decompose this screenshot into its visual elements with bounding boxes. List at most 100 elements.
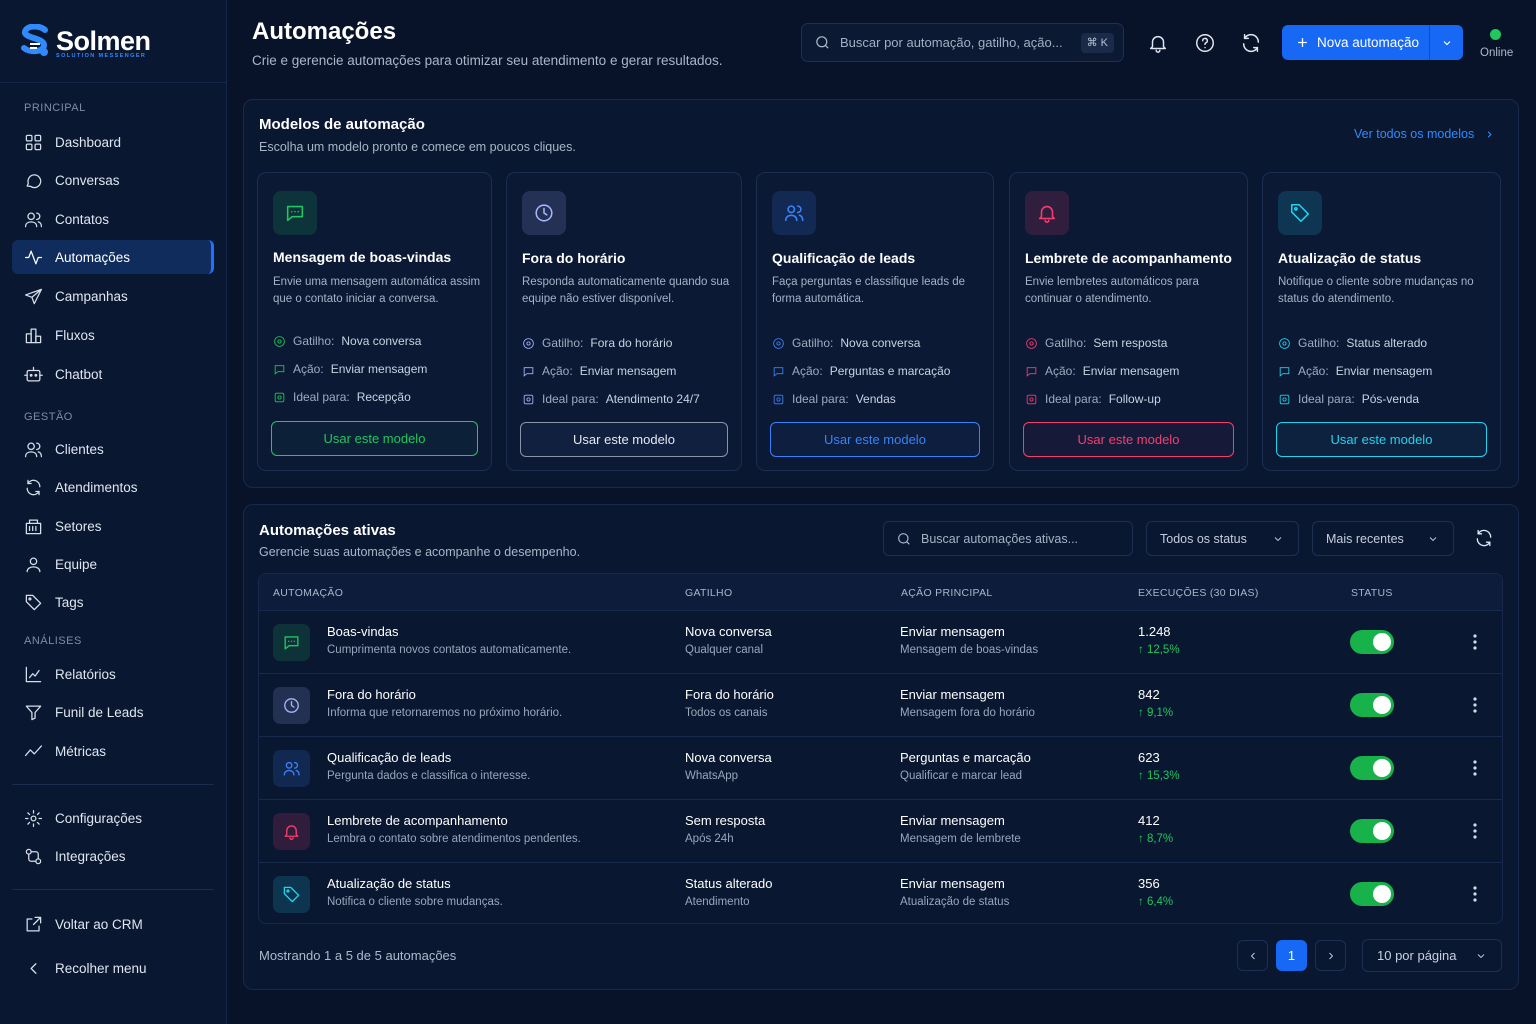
template-card[interactable]: Fora do horário Responda automaticamente… [506, 172, 742, 471]
template-title: Atualização de status [1278, 250, 1422, 266]
external-link-icon [26, 916, 42, 931]
status-toggle[interactable] [1350, 693, 1394, 717]
automation-name[interactable]: Lembrete de acompanhamento [327, 813, 508, 828]
prev-page-button[interactable] [1237, 940, 1268, 971]
sidebar-item-label: Relatórios [55, 666, 116, 682]
sidebar-item-label: Recolher menu [55, 960, 147, 976]
row-menu-button[interactable] [1471, 821, 1479, 841]
sidebar-item-relatorios[interactable]: Relatórios [12, 657, 214, 691]
sidebar-item-chatbot[interactable]: Chatbot [12, 357, 214, 391]
see-all-templates-link[interactable]: Ver todos os modelos [1354, 127, 1495, 141]
sidebar-item-contatos[interactable]: Contatos [12, 202, 214, 236]
sidebar-item-automacoes[interactable]: Automações [12, 240, 214, 274]
brand-tagline: SOLUTION MESSENGER [56, 53, 147, 59]
global-search-input[interactable]: Buscar por automação, gatilho, ação... ⌘… [801, 23, 1124, 62]
sidebar-item-setores[interactable]: Setores [12, 509, 214, 543]
new-automation-button[interactable]: Nova automação [1282, 25, 1463, 60]
sidebar-item-fluxos[interactable]: Fluxos [12, 318, 214, 352]
column-header-acao[interactable]: AÇÃO PRINCIPAL [901, 587, 993, 599]
sidebar-item-tags[interactable]: Tags [12, 585, 214, 619]
search-icon [816, 36, 829, 49]
new-automation-main[interactable]: Nova automação [1282, 25, 1430, 60]
use-template-button[interactable]: Usar este modelo [1023, 422, 1234, 457]
sidebar-item-clientes[interactable]: Clientes [12, 432, 214, 466]
executions-count: 356 [1138, 876, 1160, 891]
trigger-label: Gatilho: [1298, 336, 1340, 350]
send-icon [24, 288, 43, 304]
table-row[interactable]: Fora do horário Informa que retornaremos… [259, 674, 1502, 737]
trigger-detail: WhatsApp [685, 770, 739, 782]
active-search-input[interactable]: Buscar automações ativas... [883, 521, 1133, 556]
table-row[interactable]: Qualificação de leads Pergunta dados e c… [259, 737, 1502, 800]
row-menu-button[interactable] [1471, 758, 1479, 778]
sidebar-item-dashboard[interactable]: Dashboard [12, 125, 214, 159]
tag-icon [25, 594, 42, 610]
sidebar-item-metricas[interactable]: Métricas [12, 734, 214, 768]
action-icon [1279, 366, 1290, 377]
template-card[interactable]: Qualificação de leads Faça perguntas e c… [756, 172, 994, 471]
sidebar-item-configuracoes[interactable]: Configurações [12, 801, 214, 835]
template-card[interactable]: Lembrete de acompanhamento Envie lembret… [1009, 172, 1248, 471]
brand-logo[interactable]: Solmen SOLUTION MESSENGER [20, 24, 151, 59]
help-button[interactable] [1194, 32, 1216, 54]
chevron-right-icon [1487, 130, 1492, 138]
next-page-button[interactable] [1315, 940, 1346, 971]
refresh-button[interactable] [1240, 32, 1262, 54]
trend-icon [24, 744, 43, 756]
column-header-execucoes[interactable]: EXECUÇÕES (30 DIAS) [1138, 587, 1259, 599]
collapse-menu-button[interactable]: Recolher menu [12, 951, 214, 985]
row-menu-button[interactable] [1471, 695, 1479, 715]
status-toggle[interactable] [1350, 819, 1394, 843]
sidebar-item-integracoes[interactable]: Integrações [12, 839, 214, 873]
table-row[interactable]: Boas-vindas Cumprimenta novos contatos a… [259, 611, 1502, 674]
use-template-button[interactable]: Usar este modelo [271, 421, 478, 456]
use-template-button[interactable]: Usar este modelo [770, 422, 980, 457]
use-template-button[interactable]: Usar este modelo [1276, 422, 1487, 457]
sidebar-item-label: Fluxos [55, 327, 95, 343]
sidebar-item-equipe[interactable]: Equipe [12, 547, 214, 581]
sidebar-item-label: Contatos [55, 211, 110, 227]
column-header-automacao[interactable]: AUTOMAÇÃO [273, 587, 343, 599]
sidebar-item-atendimentos[interactable]: Atendimentos [12, 470, 214, 504]
automation-name[interactable]: Fora do horário [327, 687, 416, 702]
template-icon-badge [522, 191, 566, 235]
status-filter-select[interactable]: Todos os status [1146, 521, 1299, 556]
chart-icon [25, 666, 42, 682]
notifications-button[interactable] [1147, 32, 1169, 54]
template-card[interactable]: Atualização de status Notifique o client… [1262, 172, 1501, 471]
table-row[interactable]: Lembrete de acompanhamento Lembra o cont… [259, 800, 1502, 863]
trigger-value: Nova conversa [341, 334, 422, 348]
status-toggle[interactable] [1350, 882, 1394, 906]
chevron-down-icon [1477, 953, 1485, 958]
automation-name[interactable]: Atualização de status [327, 876, 451, 891]
sidebar-item-campanhas[interactable]: Campanhas [12, 279, 214, 313]
template-icon-badge [1025, 191, 1069, 235]
more-vertical-icon [1473, 823, 1477, 839]
action-value: Enviar mensagem [330, 362, 428, 376]
sort-select[interactable]: Mais recentes [1312, 521, 1454, 556]
column-header-status[interactable]: STATUS [1351, 587, 1393, 599]
current-page-button[interactable]: 1 [1276, 940, 1307, 971]
new-automation-dropdown[interactable] [1430, 37, 1463, 49]
use-template-button[interactable]: Usar este modelo [520, 422, 728, 457]
action-label: Ação: [542, 364, 573, 378]
sidebar-item-funil[interactable]: Funil de Leads [12, 695, 214, 729]
trigger-value: Status alterado [1346, 336, 1428, 350]
back-to-crm-link[interactable]: Voltar ao CRM [12, 907, 214, 941]
refresh-list-button[interactable] [1474, 528, 1496, 550]
action-icon [1026, 366, 1037, 377]
ideal-value: Recepção [356, 390, 411, 404]
row-menu-button[interactable] [1471, 632, 1479, 652]
automation-name[interactable]: Qualificação de leads [327, 750, 451, 765]
executions-count: 842 [1138, 687, 1160, 702]
row-menu-button[interactable] [1471, 884, 1479, 904]
table-row[interactable]: Atualização de status Notifica o cliente… [259, 863, 1502, 923]
status-toggle[interactable] [1350, 630, 1394, 654]
column-header-gatilho[interactable]: GATILHO [685, 587, 732, 599]
per-page-select[interactable]: 10 por página [1362, 939, 1502, 972]
sidebar-item-conversas[interactable]: Conversas [12, 163, 214, 197]
template-card[interactable]: Mensagem de boas-vindas Envie uma mensag… [257, 172, 492, 471]
automation-name[interactable]: Boas-vindas [327, 624, 399, 639]
trigger-label: Gatilho: [293, 334, 335, 348]
status-toggle[interactable] [1350, 756, 1394, 780]
